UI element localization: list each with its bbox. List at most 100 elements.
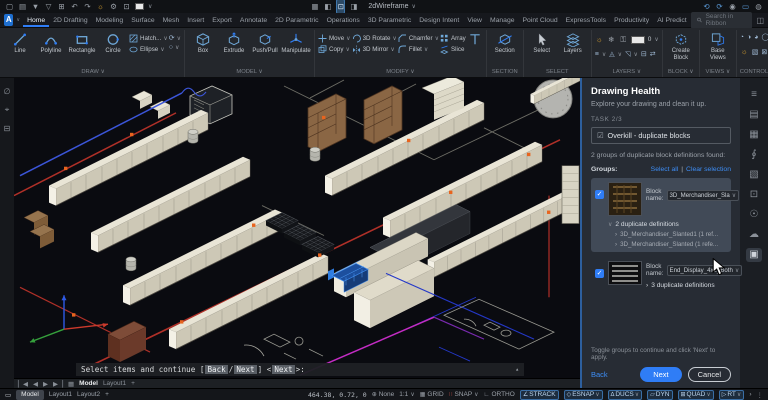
group-label-model[interactable]: MODEL ∨ (188, 68, 311, 77)
hide-objects-icon[interactable]: ∅ (4, 87, 11, 96)
layer-color-swatch[interactable] (631, 36, 645, 44)
more-toggles-icon[interactable]: › (749, 391, 751, 398)
attachments-icon[interactable]: ∮ (746, 148, 762, 162)
ellipse-button[interactable]: Ellipse∨ (129, 45, 168, 54)
rt-toggle[interactable]: ▷RT∨ (719, 390, 745, 400)
magnify-icon[interactable]: ⊠ (761, 48, 767, 56)
statusbar-model-tab[interactable]: Model (16, 390, 44, 400)
tips-lightbulb-icon[interactable]: ☉ (746, 208, 762, 222)
array-button[interactable]: Array (440, 34, 466, 43)
layer-on-icon[interactable]: ☼ (595, 33, 604, 46)
group-label-block[interactable]: BLOCK ∨ (666, 68, 696, 77)
block-name-select-2[interactable]: End_Display_4x2_Both ∨ (667, 265, 743, 276)
blocks-panel-icon[interactable]: ▦ (746, 128, 762, 142)
push-pull-button[interactable]: Push/Pull (250, 30, 280, 55)
last-tab-icon[interactable]: ▶▕ (53, 380, 63, 388)
new-file-icon[interactable]: ▢ (5, 0, 14, 13)
add-layout-tab[interactable]: + (131, 380, 135, 387)
point-icon[interactable]: ○∨ (169, 44, 181, 51)
command-option-back[interactable]: Back (205, 365, 227, 374)
shade-icon[interactable]: ◧ (323, 0, 332, 13)
group-label-section[interactable]: SECTION (490, 68, 520, 77)
copy-button[interactable]: Copy∨ (318, 45, 351, 54)
save-icon[interactable]: ▼ (31, 0, 40, 13)
statusbar-layout1-tab[interactable]: Layout1 (49, 391, 72, 398)
extrude-button[interactable]: Extrude (219, 30, 249, 55)
chevron-down-icon[interactable]: ∨ (148, 3, 152, 10)
grid-toggle[interactable]: ▦GRID (420, 391, 444, 398)
cloud-icon[interactable]: ☁ (746, 228, 762, 242)
command-option-next[interactable]: Next (234, 365, 256, 374)
ribbon-search-box[interactable]: Search in Ribbon (691, 12, 753, 29)
slice-button[interactable]: Slice (440, 45, 466, 54)
tab-design-intent[interactable]: Design Intent (415, 14, 463, 27)
model-tab[interactable]: Model (79, 380, 98, 387)
group-label-select[interactable]: SELECT (527, 68, 588, 77)
panel-toggle-icon[interactable]: ◫ (756, 16, 764, 25)
group1-checkbox[interactable]: ✓ (595, 190, 604, 199)
esnap-toggle[interactable]: ◇ESNAP∨ (564, 390, 603, 400)
layer-isolate-icon[interactable]: ◬ (609, 50, 614, 58)
tab-modeling[interactable]: Modeling (92, 14, 128, 27)
tab-2d-parametric[interactable]: 2D Parametric (271, 14, 322, 27)
tab-expresstools[interactable]: ExpressTools (562, 14, 610, 27)
dyn-toggle[interactable]: ▱DYN (647, 390, 672, 400)
group-label-views[interactable]: VIEWS ∨ (703, 68, 733, 77)
tab-insert[interactable]: Insert (183, 14, 208, 27)
tab-export[interactable]: Export (208, 14, 236, 27)
group-label-draw[interactable]: DRAW ∨ (5, 68, 181, 77)
layer-freeze-icon[interactable]: ❄ (607, 33, 616, 46)
select-all-link[interactable]: Select all (651, 166, 679, 173)
render-icon[interactable]: ◨ (349, 0, 358, 13)
group2-expand-row[interactable]: › 3 duplicate definitions (646, 282, 727, 289)
duplicate-group-card-1[interactable]: ✓ Block name: 3D_Merchandiser_Sla ∨ (591, 178, 731, 252)
chamfer-button[interactable]: Chamfer∨ (398, 34, 439, 43)
visual-style-dropdown[interactable]: 2dWireframe ∨ (368, 3, 415, 10)
layer-walk-icon[interactable]: ◹ (625, 50, 630, 58)
chevron-down-icon[interactable]: ∨ (654, 36, 658, 43)
line-button[interactable]: Line (5, 30, 35, 55)
wireframe-mode-icon[interactable]: ⊡ (336, 0, 345, 14)
tab-manage[interactable]: Manage (486, 14, 519, 27)
back-button[interactable]: Back (591, 370, 608, 379)
open-file-icon[interactable]: ▤ (18, 0, 27, 13)
task-box[interactable]: ☑ Overkill - duplicate blocks (591, 127, 731, 144)
group-label-layers[interactable]: LAYERS ∨ (595, 68, 659, 77)
gear-icon[interactable]: ⚙ (109, 0, 118, 13)
rectangle-button[interactable]: Rectangle (67, 30, 97, 55)
account-icon[interactable]: ◍ (754, 0, 763, 13)
group-label-controls[interactable]: CONTROLS (740, 68, 768, 77)
workspace-icon[interactable]: ▭ (5, 391, 11, 399)
layers-button[interactable]: Layers (558, 30, 588, 55)
tab-surface[interactable]: Surface (127, 14, 158, 27)
lightbulb-icon[interactable]: ☼ (96, 0, 105, 13)
tips-icon[interactable]: ☼ (740, 45, 749, 58)
group1-definition-row[interactable]: › 3D_Merchandiser_Slanted (1 refe... (615, 241, 727, 248)
tab-home[interactable]: Home (23, 14, 49, 27)
structure-panel-icon[interactable]: ⊟ (4, 124, 11, 133)
tab-annotate[interactable]: Annotate (236, 14, 271, 27)
layer-state-icon[interactable]: ⊟ (641, 50, 647, 58)
box-button[interactable]: Box (188, 30, 218, 55)
statusbar-layout2-tab[interactable]: Layout2 (77, 391, 100, 398)
statusbar-add-layout[interactable]: + (105, 391, 109, 398)
next-button[interactable]: Next (640, 367, 681, 382)
statusbar-menu-icon[interactable]: ⋮ (757, 391, 764, 399)
group2-checkbox[interactable]: ✓ (595, 269, 604, 278)
tab-mesh[interactable]: Mesh (159, 14, 184, 27)
move-button[interactable]: Move∨ (318, 34, 351, 43)
cancel-button[interactable]: Cancel (688, 367, 731, 382)
control-pan-icon[interactable]: ◑ (747, 34, 751, 41)
group1-expand-row[interactable]: ∨ 2 duplicate definitions (608, 221, 727, 228)
strack-toggle[interactable]: ∠STRACK (520, 390, 559, 400)
location-pin-icon[interactable]: ⌖ (5, 105, 10, 115)
tab-list-icon[interactable]: ▦ (68, 380, 74, 388)
plot-icon[interactable]: ⊞ (57, 0, 66, 13)
redo-icon[interactable]: ↷ (83, 0, 92, 13)
duplicate-group-card-2[interactable]: ✓ Block name: End_Display_4x2_Both ∨ (591, 257, 731, 293)
manipulate-button[interactable]: Manipulate (281, 30, 311, 55)
drawing-viewport[interactable]: Select items and continue [Back/Next] <N… (14, 78, 580, 378)
layers-panel-icon[interactable]: ▤ (746, 108, 762, 122)
clear-selection-link[interactable]: Clear selection (686, 166, 731, 173)
quad-toggle[interactable]: ⊞QUAD∨ (678, 390, 714, 400)
